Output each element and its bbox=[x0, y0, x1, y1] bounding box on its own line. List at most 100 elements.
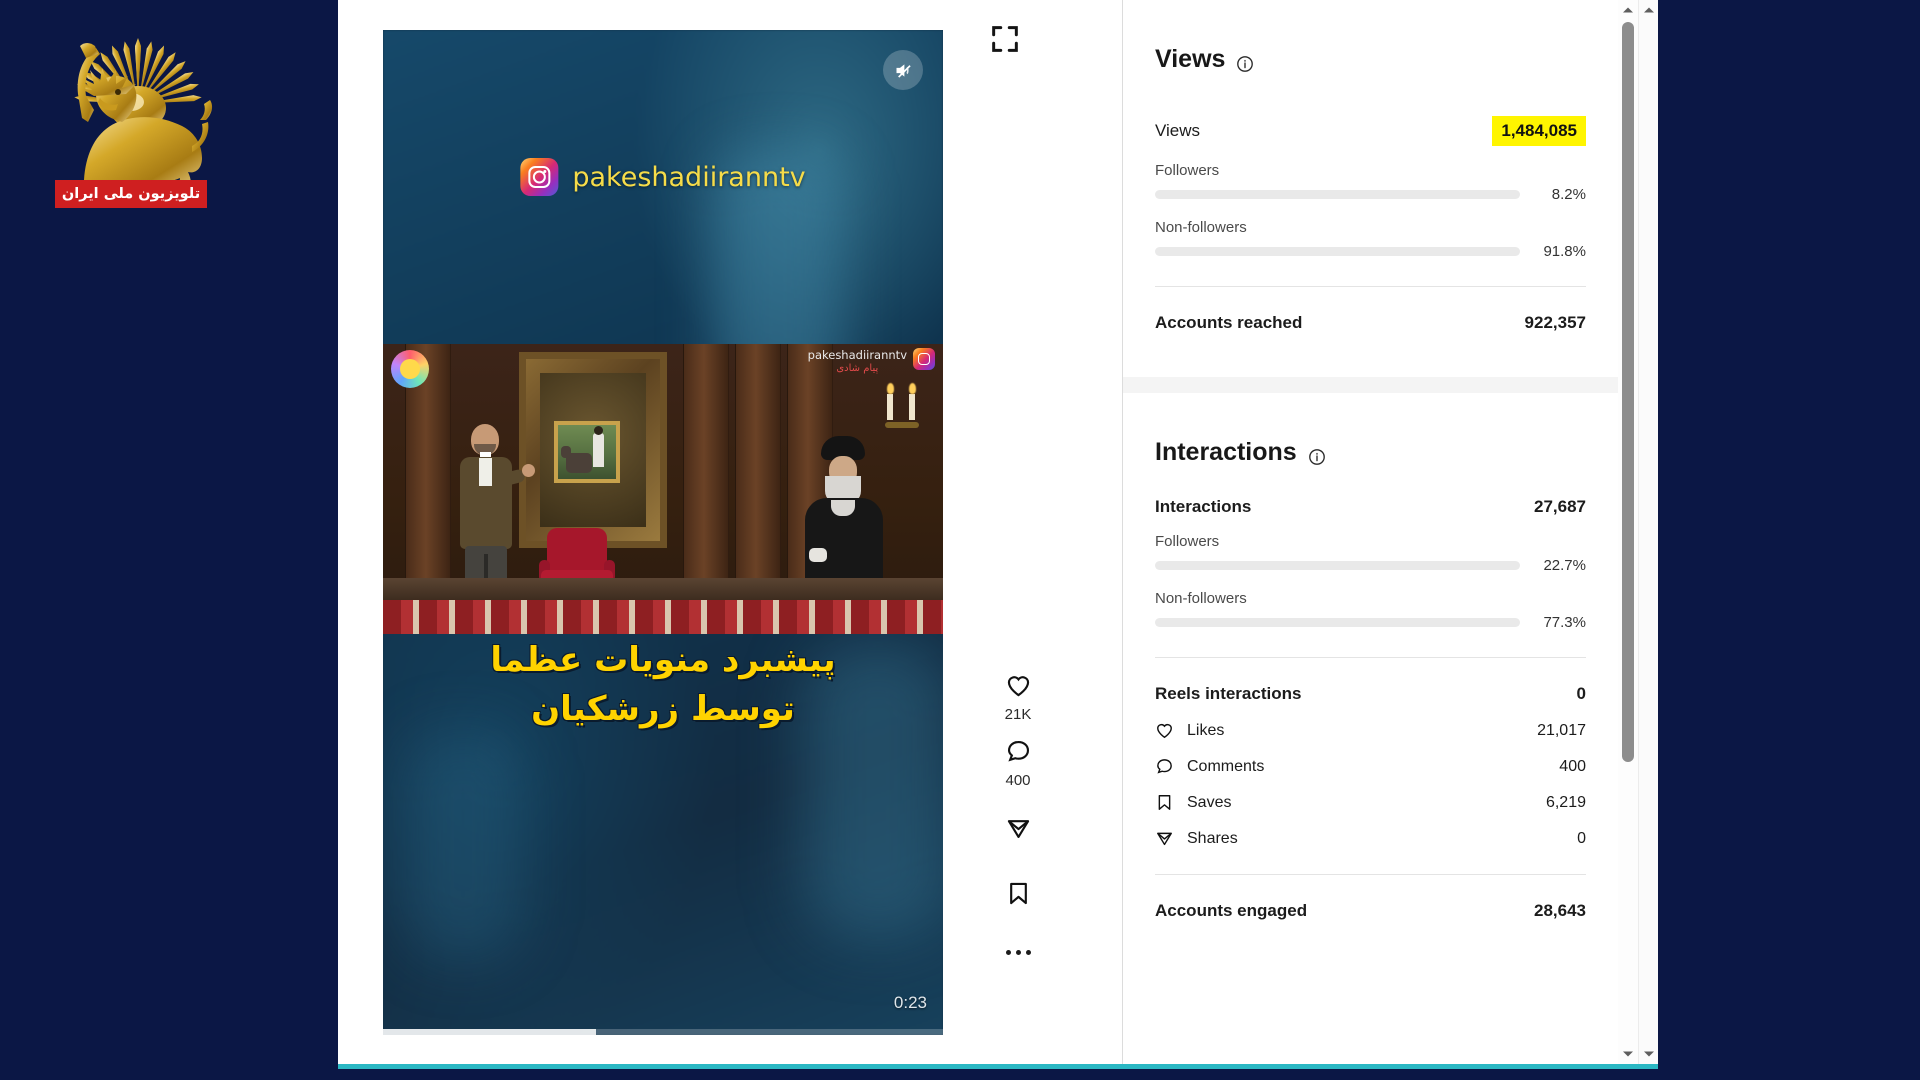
shares-label: Shares bbox=[1187, 829, 1238, 847]
video-player[interactable]: pakeshadiiranntv pakeshadiiranntv پیام ش… bbox=[383, 30, 943, 1035]
scroll-down-icon[interactable] bbox=[1639, 1044, 1658, 1064]
paper-plane-icon bbox=[1157, 832, 1172, 846]
candle-sconce bbox=[879, 366, 925, 436]
video-progress-fill bbox=[383, 1029, 596, 1035]
media-column: pakeshadiiranntv pakeshadiiranntv پیام ش… bbox=[338, 0, 1122, 1064]
scene-carpet bbox=[383, 600, 943, 634]
section-gap bbox=[1123, 377, 1618, 393]
progress-track bbox=[1155, 618, 1520, 627]
interactions-nonfollowers-percent: 77.3% bbox=[1543, 614, 1586, 631]
saves-row: Saves 6,219 bbox=[1155, 793, 1586, 812]
share-button[interactable] bbox=[958, 815, 1078, 842]
channel-logo-icon bbox=[391, 350, 429, 388]
interactions-followers-percent: 22.7% bbox=[1543, 557, 1586, 574]
interactions-nonfollowers-bar-row: 77.3% bbox=[1155, 614, 1586, 631]
section-divider bbox=[1155, 874, 1586, 875]
interactions-section: Interactions Interactions 27,687 Followe… bbox=[1155, 393, 1586, 921]
likes-value: 21,017 bbox=[1537, 721, 1586, 739]
views-nonfollowers-breakdown: Non-followers 91.8% bbox=[1155, 219, 1586, 260]
scroll-up-icon[interactable] bbox=[1618, 0, 1638, 20]
interactions-followers-label: Followers bbox=[1155, 533, 1220, 550]
saves-value: 6,219 bbox=[1545, 793, 1586, 811]
progress-track bbox=[1155, 561, 1520, 570]
views-nonfollowers-bar-row: 91.8% bbox=[1155, 243, 1586, 260]
scene-watermark: pakeshadiiranntv پیام شادی bbox=[808, 348, 935, 374]
instagram-icon bbox=[520, 158, 559, 196]
insights-panel: Views Views 1,484,085 Followers 8.2% Non… bbox=[1122, 0, 1618, 1064]
scene-floor bbox=[383, 578, 943, 600]
save-button[interactable] bbox=[958, 880, 1078, 907]
video-caption: پیشبرد منویات عظما توسط زرشکیان bbox=[383, 636, 943, 735]
comments-label: Comments bbox=[1187, 757, 1265, 775]
interactions-nonfollowers-breakdown: Non-followers 77.3% bbox=[1155, 590, 1586, 631]
like-button[interactable]: 21K bbox=[958, 672, 1078, 723]
interactions-section-title: Interactions bbox=[1155, 438, 1586, 467]
section-divider bbox=[1155, 657, 1586, 658]
page-scrollbar[interactable] bbox=[1638, 0, 1658, 1064]
scroll-up-icon[interactable] bbox=[1639, 0, 1658, 20]
comment-icon bbox=[1007, 740, 1029, 762]
app-window: pakeshadiiranntv pakeshadiiranntv پیام ش… bbox=[338, 0, 1658, 1069]
accounts-engaged-label: Accounts engaged bbox=[1155, 901, 1308, 920]
more-options-button[interactable] bbox=[958, 950, 1078, 955]
scene-watermark-subtitle: پیام شادی bbox=[836, 363, 879, 374]
video-blur-shape bbox=[403, 730, 523, 960]
comment-button[interactable]: 400 bbox=[958, 738, 1078, 789]
scroll-down-icon[interactable] bbox=[1618, 1044, 1638, 1064]
views-primary-label: Views bbox=[1155, 121, 1201, 140]
panel-scrollbar[interactable] bbox=[1618, 0, 1638, 1064]
caption-line-1: پیشبرد منویات عظما bbox=[490, 640, 836, 680]
shares-value: 0 bbox=[1577, 829, 1586, 847]
comments-value: 400 bbox=[1559, 757, 1586, 775]
brand-banner: تلویزیون ملی ایران bbox=[55, 180, 207, 208]
brand-banner-text: تلویزیون ملی ایران bbox=[61, 186, 201, 202]
views-nonfollowers-percent: 91.8% bbox=[1543, 243, 1586, 260]
section-divider bbox=[1155, 286, 1586, 287]
speaker-muted-icon[interactable] bbox=[883, 50, 923, 90]
interactions-nonfollowers-label: Non-followers bbox=[1155, 590, 1247, 607]
like-count: 21K bbox=[1004, 706, 1032, 723]
interactions-followers-breakdown: Followers 22.7% bbox=[1155, 533, 1586, 574]
heart-icon bbox=[1007, 676, 1029, 697]
video-progress-bar[interactable] bbox=[383, 1029, 943, 1035]
info-icon[interactable] bbox=[1236, 51, 1254, 72]
bookmark-icon bbox=[1158, 795, 1171, 810]
bookmark-icon bbox=[1009, 882, 1027, 905]
scrollbar-thumb[interactable] bbox=[1622, 22, 1634, 762]
wall-artwork-frame bbox=[519, 352, 667, 548]
views-section-title: Views bbox=[1155, 45, 1586, 74]
views-primary-value: 1,484,085 bbox=[1492, 116, 1586, 146]
likes-row: Likes 21,017 bbox=[1155, 721, 1586, 740]
instagram-icon bbox=[913, 348, 935, 370]
progress-track bbox=[1155, 247, 1520, 256]
likes-label: Likes bbox=[1187, 721, 1225, 739]
fullscreen-icon[interactable] bbox=[988, 22, 1022, 56]
interactions-followers-bar-row: 22.7% bbox=[1155, 557, 1586, 574]
scene-watermark-handle: pakeshadiiranntv bbox=[807, 348, 907, 362]
video-handle-text: pakeshadiiranntv bbox=[572, 161, 806, 193]
reels-interactions-label: Reels interactions bbox=[1155, 684, 1302, 703]
caption-line-2: توسط زرشکیان bbox=[531, 689, 795, 730]
video-duration: 0:23 bbox=[893, 993, 927, 1012]
comments-row: Comments 400 bbox=[1155, 757, 1586, 776]
accounts-engaged-row: Accounts engaged 28,643 bbox=[1155, 901, 1586, 921]
actions-rail: 21K 400 bbox=[958, 0, 1078, 1064]
views-section: Views Views 1,484,085 Followers 8.2% Non… bbox=[1155, 0, 1586, 333]
accounts-engaged-value: 28,643 bbox=[1534, 901, 1586, 920]
interactions-primary-row: Interactions 27,687 bbox=[1155, 497, 1586, 517]
accounts-reached-label: Accounts reached bbox=[1155, 313, 1303, 332]
video-handle-overlay: pakeshadiiranntv bbox=[520, 158, 806, 196]
video-scene: pakeshadiiranntv پیام شادی bbox=[383, 344, 943, 634]
shares-row: Shares 0 bbox=[1155, 829, 1586, 848]
views-nonfollowers-label: Non-followers bbox=[1155, 219, 1247, 236]
reels-interactions-value: 0 bbox=[1576, 684, 1586, 703]
saves-label: Saves bbox=[1187, 793, 1232, 811]
views-followers-breakdown: Followers 8.2% bbox=[1155, 162, 1586, 203]
ellipsis-icon bbox=[1005, 950, 1031, 955]
info-icon[interactable] bbox=[1308, 444, 1326, 465]
progress-track bbox=[1155, 190, 1520, 199]
paper-plane-icon bbox=[1007, 820, 1029, 839]
views-followers-bar-row: 8.2% bbox=[1155, 186, 1586, 203]
views-followers-percent: 8.2% bbox=[1551, 186, 1586, 203]
accounts-reached-value: 922,357 bbox=[1524, 313, 1586, 332]
